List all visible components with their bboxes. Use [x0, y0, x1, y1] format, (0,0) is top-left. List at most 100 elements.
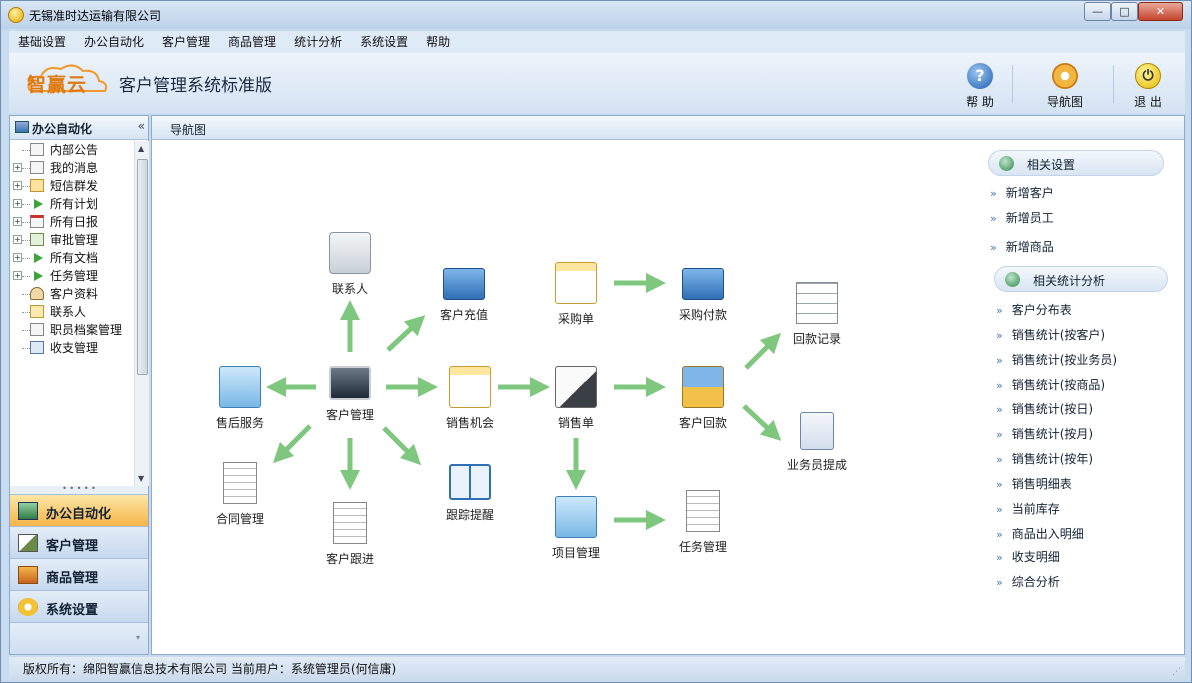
node-tracking-reminder[interactable]: 跟踪提醒: [425, 464, 515, 523]
link-customer-distribution[interactable]: » 客户分布表: [996, 301, 1072, 318]
link-add-product[interactable]: » 新增商品: [990, 238, 1054, 255]
document-add-icon: [686, 490, 720, 532]
category-customer-management[interactable]: 客户管理: [10, 526, 148, 558]
link-sales-by-product[interactable]: » 销售统计(按商品): [996, 376, 1105, 393]
link-sales-by-salesman[interactable]: » 销售统计(按业务员): [996, 351, 1117, 368]
expand-icon[interactable]: +: [13, 253, 22, 262]
expand-icon[interactable]: +: [13, 199, 22, 208]
arrow-to-commission: [742, 404, 782, 441]
window-title: 无锡准时达运输有限公司: [29, 9, 162, 23]
category-overflow-chevron[interactable]: ▾: [10, 622, 148, 654]
related-settings-header[interactable]: 相关设置: [988, 150, 1164, 176]
link-label: 销售统计(按客户): [1011, 328, 1106, 342]
category-product-management[interactable]: 商品管理: [10, 558, 148, 590]
link-add-customer[interactable]: » 新增客户: [990, 184, 1054, 201]
minimize-button[interactable]: —: [1084, 2, 1111, 21]
grid-app-icon: [800, 412, 834, 450]
link-income-expense-detail[interactable]: » 收支明细: [996, 548, 1060, 565]
tree-item-notice[interactable]: 内部公告: [10, 141, 134, 159]
link-label: 客户分布表: [1011, 303, 1072, 317]
expand-icon[interactable]: +: [13, 235, 22, 244]
exit-toolbar-label: 退 出: [1134, 95, 1162, 109]
link-overall-analysis[interactable]: » 综合分析: [996, 573, 1060, 590]
scroll-thumb[interactable]: [137, 159, 148, 375]
link-sales-by-year[interactable]: » 销售统计(按年): [996, 450, 1093, 467]
tree-scrollbar[interactable]: ▲ ▼: [134, 141, 149, 486]
menu-customer-management[interactable]: 客户管理: [153, 31, 219, 53]
node-label: 客户管理: [325, 408, 374, 422]
expand-icon[interactable]: +: [13, 271, 22, 280]
link-product-inout[interactable]: » 商品出入明细: [996, 525, 1084, 542]
scroll-down-icon[interactable]: ▼: [138, 474, 144, 483]
tree-item-approvals[interactable]: + 审批管理: [10, 231, 134, 249]
node-contract-management[interactable]: 合同管理: [195, 462, 285, 527]
node-customer-followup[interactable]: 客户跟进: [305, 502, 395, 567]
navigation-toolbar-button[interactable]: 导航图: [1036, 61, 1094, 111]
category-system-settings[interactable]: 系统设置: [10, 590, 148, 622]
expand-icon[interactable]: +: [13, 163, 22, 172]
link-current-stock[interactable]: » 当前库存: [996, 500, 1060, 517]
resize-grip-icon[interactable]: ⋰: [1172, 667, 1181, 677]
node-task-management[interactable]: 任务管理: [658, 490, 748, 555]
approval-pen-icon: [30, 233, 44, 246]
link-sales-by-customer[interactable]: » 销售统计(按客户): [996, 326, 1105, 343]
expand-icon[interactable]: +: [13, 181, 22, 190]
close-button[interactable]: ✕: [1138, 2, 1183, 21]
circle-arrow-icon: [999, 156, 1014, 171]
link-label: 新增员工: [1005, 211, 1054, 225]
node-payment-record[interactable]: 回款记录: [772, 282, 862, 347]
node-after-sales[interactable]: 售后服务: [195, 366, 285, 431]
tree-item-plans[interactable]: + 所有计划: [10, 195, 134, 213]
node-label: 客户回款: [678, 416, 727, 430]
tree-item-documents[interactable]: + 所有文档: [10, 249, 134, 267]
node-customer-payment[interactable]: 客户回款: [658, 366, 748, 431]
tree-item-tasks[interactable]: + 任务管理: [10, 267, 134, 285]
tree-item-employee-records[interactable]: 职员档案管理: [10, 321, 134, 339]
node-purchase-payment[interactable]: 采购付款: [658, 264, 748, 323]
panel-splitter[interactable]: • • • • •: [10, 485, 148, 494]
related-stats-header[interactable]: 相关统计分析: [994, 266, 1168, 292]
category-label: 办公自动化: [46, 507, 112, 522]
node-project-management[interactable]: 项目管理: [531, 496, 621, 561]
ledger-icon: [30, 341, 44, 354]
maximize-button[interactable]: □: [1111, 2, 1138, 21]
help-toolbar-button[interactable]: ? 帮 助: [951, 61, 1009, 111]
folder-icon: [555, 496, 597, 538]
menu-help[interactable]: 帮助: [417, 31, 459, 53]
menu-product-management[interactable]: 商品管理: [219, 31, 285, 53]
link-sales-by-day[interactable]: » 销售统计(按日): [996, 400, 1093, 417]
link-sales-by-month[interactable]: » 销售统计(按月): [996, 425, 1093, 442]
tree-item-customer-profiles[interactable]: 客户资料: [10, 285, 134, 303]
tree-connector: [22, 186, 30, 187]
expand-icon[interactable]: +: [13, 217, 22, 226]
node-customer-recharge[interactable]: 客户充值: [419, 264, 509, 323]
tree-item-income-expense[interactable]: 收支管理: [10, 339, 134, 357]
double-chevron-icon: »: [996, 576, 1003, 589]
node-sales-opportunity[interactable]: 销售机会: [425, 366, 515, 431]
menu-office-automation[interactable]: 办公自动化: [75, 31, 153, 53]
double-chevron-icon: »: [990, 212, 997, 225]
menu-basic-settings[interactable]: 基础设置: [9, 31, 75, 53]
tree-item-messages[interactable]: + 我的消息: [10, 159, 134, 177]
node-contact[interactable]: 联系人: [305, 232, 395, 297]
node-customer-management[interactable]: 客户管理: [305, 366, 395, 423]
tree-item-daily-reports[interactable]: + 所有日报: [10, 213, 134, 231]
node-sales-order[interactable]: 销售单: [531, 366, 621, 431]
link-add-employee[interactable]: » 新增员工: [990, 209, 1054, 226]
calendar-icon: [30, 215, 44, 228]
node-salesman-commission[interactable]: 业务员提成: [772, 412, 862, 473]
tree-item-contacts[interactable]: 联系人: [10, 303, 134, 321]
tree-item-sms[interactable]: + 短信群发: [10, 177, 134, 195]
tree-connector: [22, 294, 30, 295]
tree-connector: [22, 276, 30, 277]
tree-connector: [22, 150, 30, 151]
category-office-automation[interactable]: 办公自动化: [10, 494, 148, 526]
link-sales-detail[interactable]: » 销售明细表: [996, 475, 1072, 492]
exit-toolbar-button[interactable]: ⏻ 退 出: [1119, 61, 1177, 111]
collapse-panel-icon[interactable]: «: [138, 119, 145, 133]
title-bar[interactable]: 无锡准时达运输有限公司 — □ ✕: [1, 1, 1191, 29]
scroll-up-icon[interactable]: ▲: [138, 144, 144, 153]
menu-statistics[interactable]: 统计分析: [285, 31, 351, 53]
node-purchase-order[interactable]: 采购单: [531, 262, 621, 327]
menu-system-settings[interactable]: 系统设置: [351, 31, 417, 53]
